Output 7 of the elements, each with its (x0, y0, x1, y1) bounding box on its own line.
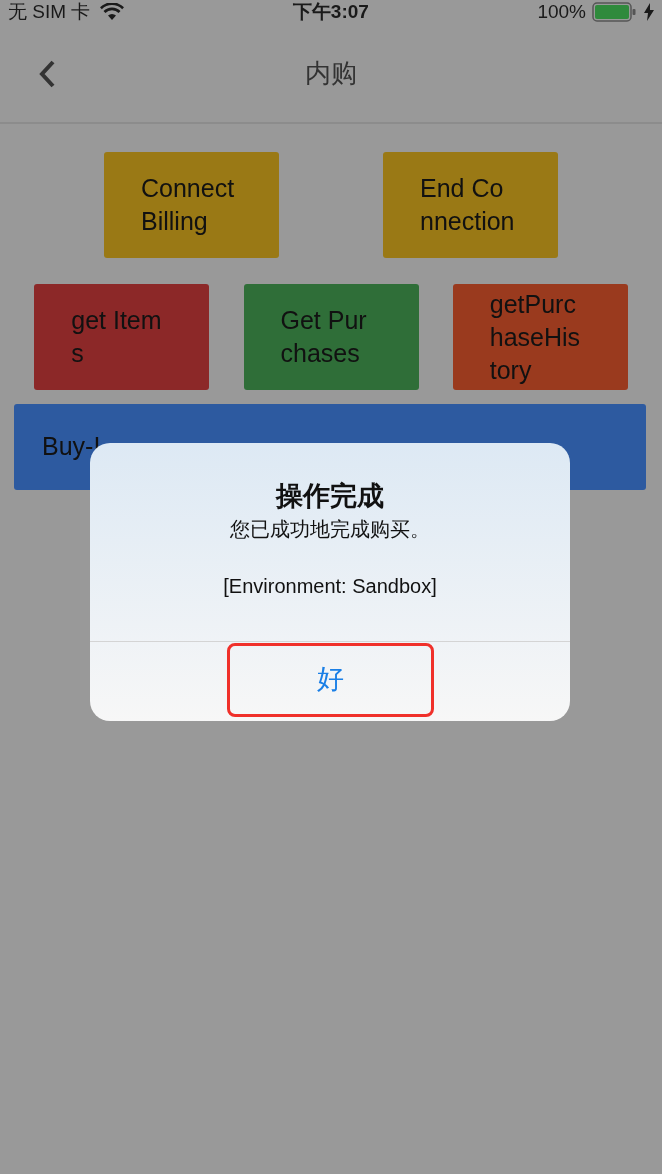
page-title: 内购 (305, 56, 357, 90)
alert-environment: [Environment: Sandbox] (223, 574, 437, 599)
time-label: 下午3:07 (292, 0, 369, 24)
alert-title: 操作完成 (276, 480, 384, 513)
alert-message: 您已成功地完成购买。 (230, 517, 430, 542)
battery-label: 100% (537, 0, 586, 24)
carrier-label: 无 SIM 卡 (8, 0, 91, 24)
